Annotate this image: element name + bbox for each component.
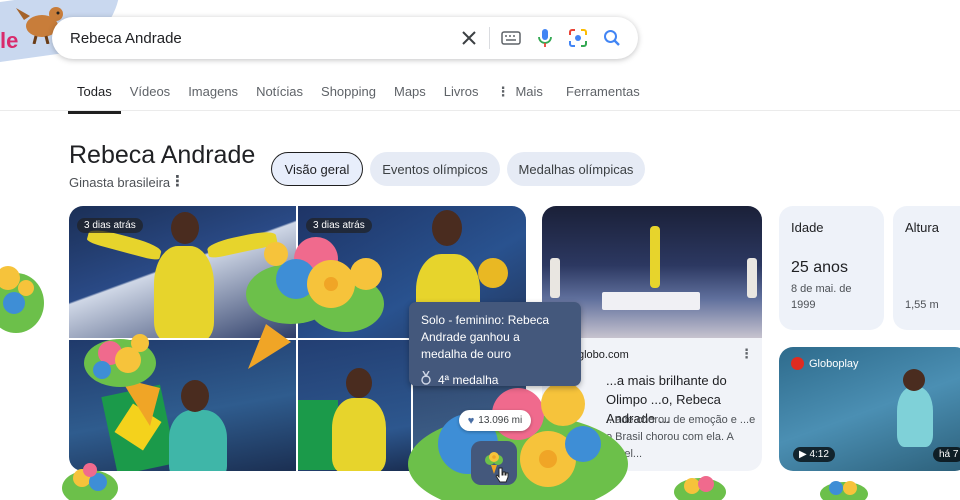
likes-count: 13.096 mi: [478, 415, 523, 426]
gymnast-figure: [332, 398, 386, 471]
search-icon[interactable]: [600, 26, 624, 50]
time-badge: 3 dias atrás: [77, 218, 143, 233]
doodle-letters: le: [0, 28, 19, 53]
play-icon: ▶: [799, 449, 810, 460]
article-more-icon[interactable]: ⋮: [740, 346, 753, 362]
more-vert-icon: ⋮: [496, 84, 510, 99]
fact-card-height[interactable]: Altura 1,55 m: [893, 206, 960, 330]
gymnast-figure: [897, 387, 933, 447]
photo-3[interactable]: [69, 340, 296, 471]
gymnast-head: [171, 212, 199, 244]
gymnast-head: [903, 369, 925, 391]
more-options-icon[interactable]: ⋮: [170, 172, 185, 190]
bouquet-button[interactable]: [471, 441, 517, 485]
mic-icon[interactable]: [533, 26, 557, 50]
tabs-divider: [0, 110, 960, 111]
video-age: há 7: [933, 447, 960, 462]
article-snippet: ...ade chorou de emoção e ...e o Brasil …: [606, 414, 756, 460]
bouquet-decoration-icon: [820, 481, 868, 500]
gymnast-arm: [206, 228, 278, 260]
fact-value: 25 anos: [791, 259, 848, 276]
tooltip-medal-count: 4ª medalha: [438, 372, 499, 387]
globoplay-icon: [791, 357, 804, 370]
tooltip-medal-row: 4ª medalha: [421, 370, 569, 388]
photo-4[interactable]: [298, 340, 411, 471]
chip-eventos-olimpicos[interactable]: Eventos olímpicos: [370, 152, 500, 186]
article-source: globo.com: [578, 349, 629, 361]
close-icon[interactable]: [457, 26, 481, 50]
tools-button[interactable]: Ferramentas: [566, 84, 640, 99]
entity-title: Rebeca Andrade: [69, 141, 256, 169]
medal-tooltip: Solo - feminino: Rebeca Andrade ganhou a…: [409, 302, 581, 388]
athlete-figure: [650, 226, 660, 288]
official-figure: [550, 258, 560, 298]
tooltip-text: Solo - feminino: Rebeca Andrade ganhou a…: [421, 313, 550, 361]
time-badge: 3 dias atrás: [306, 218, 372, 233]
chip-medalhas-olimpicas[interactable]: Medalhas olímpicas: [507, 152, 645, 186]
podium: [602, 292, 700, 310]
search-divider: [489, 27, 490, 49]
gymnast-figure: [169, 410, 227, 471]
official-figure: [747, 258, 757, 298]
gymnast-head: [346, 368, 372, 398]
gymnast-head: [432, 210, 462, 246]
lens-icon[interactable]: [566, 26, 590, 50]
photo-1[interactable]: 3 dias atrás: [69, 206, 296, 338]
tab-mais-label: Mais: [515, 84, 543, 99]
medal-icon: [421, 370, 431, 388]
search-bar: [52, 17, 638, 59]
bouquet-decoration-icon: [0, 266, 44, 333]
fact-card-age[interactable]: Idade 25 anos 8 de mai. de 1999: [779, 206, 884, 330]
gymnast-figure: [154, 246, 214, 338]
fact-detail: 8 de mai. de 1999: [791, 283, 852, 311]
gold-medal: [478, 258, 508, 288]
hand-cursor-icon: [495, 467, 509, 483]
video-card[interactable]: Globoplay ▶ 4:12 há 7: [779, 347, 960, 471]
search-input[interactable]: [70, 29, 460, 47]
heart-icon: ♥: [467, 414, 475, 427]
chip-visao-geral[interactable]: Visão geral: [271, 152, 363, 186]
video-channel-name: Globoplay: [809, 357, 859, 370]
video-duration: ▶ 4:12: [793, 447, 835, 462]
entity-description: Ginasta brasileira: [69, 175, 171, 190]
fact-label: Altura: [905, 220, 939, 235]
video-channel: Globoplay: [791, 357, 859, 370]
keyboard-icon[interactable]: [499, 26, 523, 50]
likes-pill[interactable]: ♥ 13.096 mi: [459, 410, 531, 431]
fact-label: Idade: [791, 220, 824, 235]
bouquet-decoration-icon: [674, 476, 726, 500]
fact-value: 1,55 m: [905, 299, 939, 311]
gymnast-head: [181, 380, 209, 412]
video-duration-text: 4:12: [809, 449, 829, 460]
